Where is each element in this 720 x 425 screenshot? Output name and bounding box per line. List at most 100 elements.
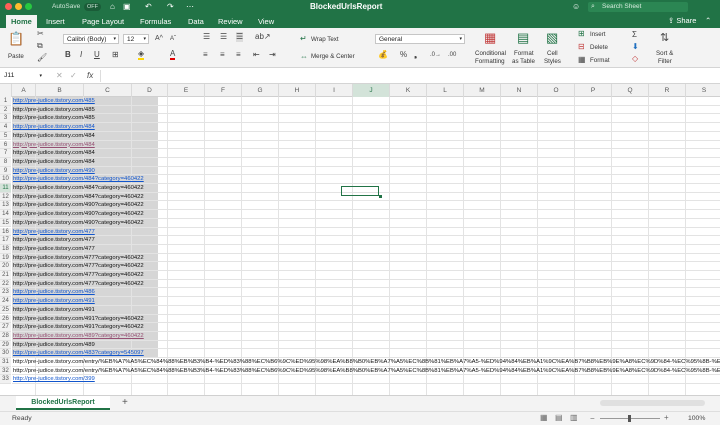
increase-indent-icon[interactable]: ⇥ — [269, 50, 276, 60]
row-header[interactable]: 1 — [0, 97, 11, 106]
align-bottom-icon[interactable]: ☰ — [236, 32, 244, 42]
cell-a[interactable]: http://pre-judice.tistory.com/477 — [12, 236, 95, 245]
row-header[interactable]: 22 — [0, 279, 11, 289]
cell-a[interactable]: http://pre-judice.tistory.com/477?catego… — [12, 271, 144, 280]
cell-a[interactable]: http://pre-judice.tistory.com/477 — [12, 228, 95, 237]
column-header-o[interactable]: O — [538, 84, 575, 97]
zoom-in-button[interactable]: + — [664, 413, 669, 422]
cell-a[interactable]: http://pre-judice.tistory.com/477?catego… — [12, 254, 144, 263]
cell-a[interactable]: http://pre-judice.tistory.com/entry/%EB%… — [12, 367, 720, 376]
row-header[interactable]: 4 — [0, 123, 11, 132]
row-header[interactable]: 24 — [0, 297, 11, 306]
cell-a[interactable]: http://pre-judice.tistory.com/484 — [12, 132, 95, 141]
normal-view-icon[interactable]: ▦ — [540, 413, 548, 422]
row-header[interactable]: 6 — [0, 140, 11, 150]
page-layout-view-icon[interactable]: ▤ — [555, 413, 563, 422]
column-header-n[interactable]: N — [501, 84, 538, 97]
row-header[interactable]: 5 — [0, 131, 11, 141]
accounting-format-icon[interactable]: 💰 — [378, 50, 388, 60]
cell-a[interactable]: http://pre-judice.tistory.com/490?catego… — [12, 219, 144, 228]
select-all-corner[interactable] — [0, 84, 12, 97]
row-header[interactable]: 29 — [0, 340, 11, 350]
column-header-e[interactable]: E — [168, 84, 205, 97]
row-header[interactable]: 3 — [0, 114, 11, 124]
cell-a[interactable]: http://pre-judice.tistory.com/484 — [12, 149, 95, 158]
autosum-icon[interactable]: Σ — [632, 30, 637, 40]
name-box[interactable]: J11 ▾ — [4, 71, 42, 81]
font-color-icon[interactable]: A — [170, 50, 176, 60]
column-header-k[interactable]: K — [390, 84, 427, 97]
orientation-icon[interactable]: ab↗ — [255, 32, 271, 42]
tab-review[interactable]: Review — [218, 16, 243, 27]
column-header-g[interactable]: G — [242, 84, 279, 97]
row-header[interactable]: 23 — [0, 288, 11, 298]
insert-function-icon[interactable]: fx — [87, 71, 93, 81]
row-header[interactable]: 18 — [0, 244, 11, 254]
column-header-p[interactable]: P — [575, 84, 612, 97]
cell-a[interactable]: http://pre-judice.tistory.com/484 — [12, 123, 95, 132]
more-icon[interactable]: ⋯ — [186, 2, 194, 11]
row-header[interactable]: 25 — [0, 305, 11, 315]
cell-a[interactable]: http://pre-judice.tistory.com/491 — [12, 306, 95, 315]
tab-home[interactable]: Home — [6, 15, 37, 28]
cell-a[interactable]: http://pre-judice.tistory.com/483?catego… — [12, 349, 144, 358]
row-header[interactable]: 11 — [0, 184, 11, 193]
sheet-tab[interactable]: BlockedUrlsReport — [16, 396, 110, 410]
cell-a[interactable]: http://pre-judice.tistory.com/485 — [12, 114, 95, 123]
zoom-window-button[interactable] — [25, 3, 32, 10]
undo-icon[interactable]: ↶ — [145, 2, 152, 11]
row-header[interactable]: 13 — [0, 201, 11, 211]
cell-a[interactable]: http://pre-judice.tistory.com/491?catego… — [12, 323, 144, 332]
column-header-h[interactable]: H — [279, 84, 316, 97]
cell-a[interactable]: http://pre-judice.tistory.com/490?catego… — [12, 210, 144, 219]
cell-a[interactable]: http://pre-judice.tistory.com/491 — [12, 297, 95, 306]
row-header[interactable]: 28 — [0, 331, 11, 341]
tab-page-layout[interactable]: Page Layout — [82, 16, 124, 27]
column-header-i[interactable]: I — [316, 84, 353, 97]
cell-a[interactable]: http://pre-judice.tistory.com/484?catego… — [12, 193, 144, 202]
borders-icon[interactable]: ⊞ — [112, 50, 119, 60]
font-name-select[interactable]: Calibri (Body) ▾ — [63, 34, 119, 44]
smile-icon[interactable]: ☺ — [572, 2, 580, 11]
worksheet-grid[interactable]: ABCDEFGHIJKLMNOPQRS 1 http://pre-judice.t… — [0, 84, 720, 395]
align-right-icon[interactable]: ≡ — [236, 50, 241, 60]
comma-style-icon[interactable]: ❟ — [414, 50, 417, 60]
font-size-select[interactable]: 12 ▾ — [123, 34, 149, 44]
row-header[interactable]: 9 — [0, 166, 11, 176]
fill-color-icon[interactable]: ◈ — [138, 50, 145, 60]
tab-data[interactable]: Data — [188, 16, 204, 27]
redo-icon[interactable]: ↷ — [167, 2, 174, 11]
tab-formulas[interactable]: Formulas — [140, 16, 171, 27]
cell-a[interactable]: http://pre-judice.tistory.com/491?catego… — [12, 315, 144, 324]
row-header[interactable]: 20 — [0, 262, 11, 271]
row-header[interactable]: 27 — [0, 323, 11, 332]
row-header[interactable]: 17 — [0, 236, 11, 245]
align-middle-icon[interactable]: ☰ — [220, 32, 227, 42]
cancel-edit-icon[interactable]: ✕ — [56, 71, 63, 81]
clear-icon[interactable]: ◇ — [632, 54, 638, 64]
column-header-a[interactable]: A — [12, 84, 36, 97]
column-header-d[interactable]: D — [132, 84, 168, 97]
row-header[interactable]: 26 — [0, 314, 11, 324]
row-header[interactable]: 8 — [0, 157, 11, 167]
increase-decimal-icon[interactable]: .0→ — [430, 50, 441, 60]
zoom-slider-thumb[interactable] — [628, 415, 631, 422]
cell-a[interactable]: http://pre-judice.tistory.com/477 — [12, 245, 95, 254]
confirm-edit-icon[interactable]: ✓ — [70, 71, 77, 81]
column-header-m[interactable]: M — [464, 84, 501, 97]
decrease-indent-icon[interactable]: ⇤ — [253, 50, 260, 60]
copy-icon[interactable]: ⧉ — [37, 41, 43, 51]
align-left-icon[interactable]: ≡ — [203, 50, 208, 60]
tab-view[interactable]: View — [258, 16, 274, 27]
cut-icon[interactable]: ✂ — [37, 29, 44, 39]
row-header[interactable]: 14 — [0, 210, 11, 219]
zoom-slider[interactable] — [600, 415, 660, 422]
row-header[interactable]: 32 — [0, 366, 11, 376]
search-sheet-input[interactable]: ⌕ Search Sheet — [588, 2, 688, 12]
cell-a[interactable]: http://pre-judice.tistory.com/entry/%EB%… — [12, 358, 720, 367]
close-window-button[interactable] — [5, 3, 12, 10]
decrease-font-icon[interactable]: Aˇ — [170, 34, 176, 44]
cell-a[interactable]: http://pre-judice.tistory.com/485 — [12, 97, 95, 106]
cell-a[interactable]: http://pre-judice.tistory.com/477?catego… — [12, 262, 144, 271]
tab-insert[interactable]: Insert — [46, 16, 65, 27]
